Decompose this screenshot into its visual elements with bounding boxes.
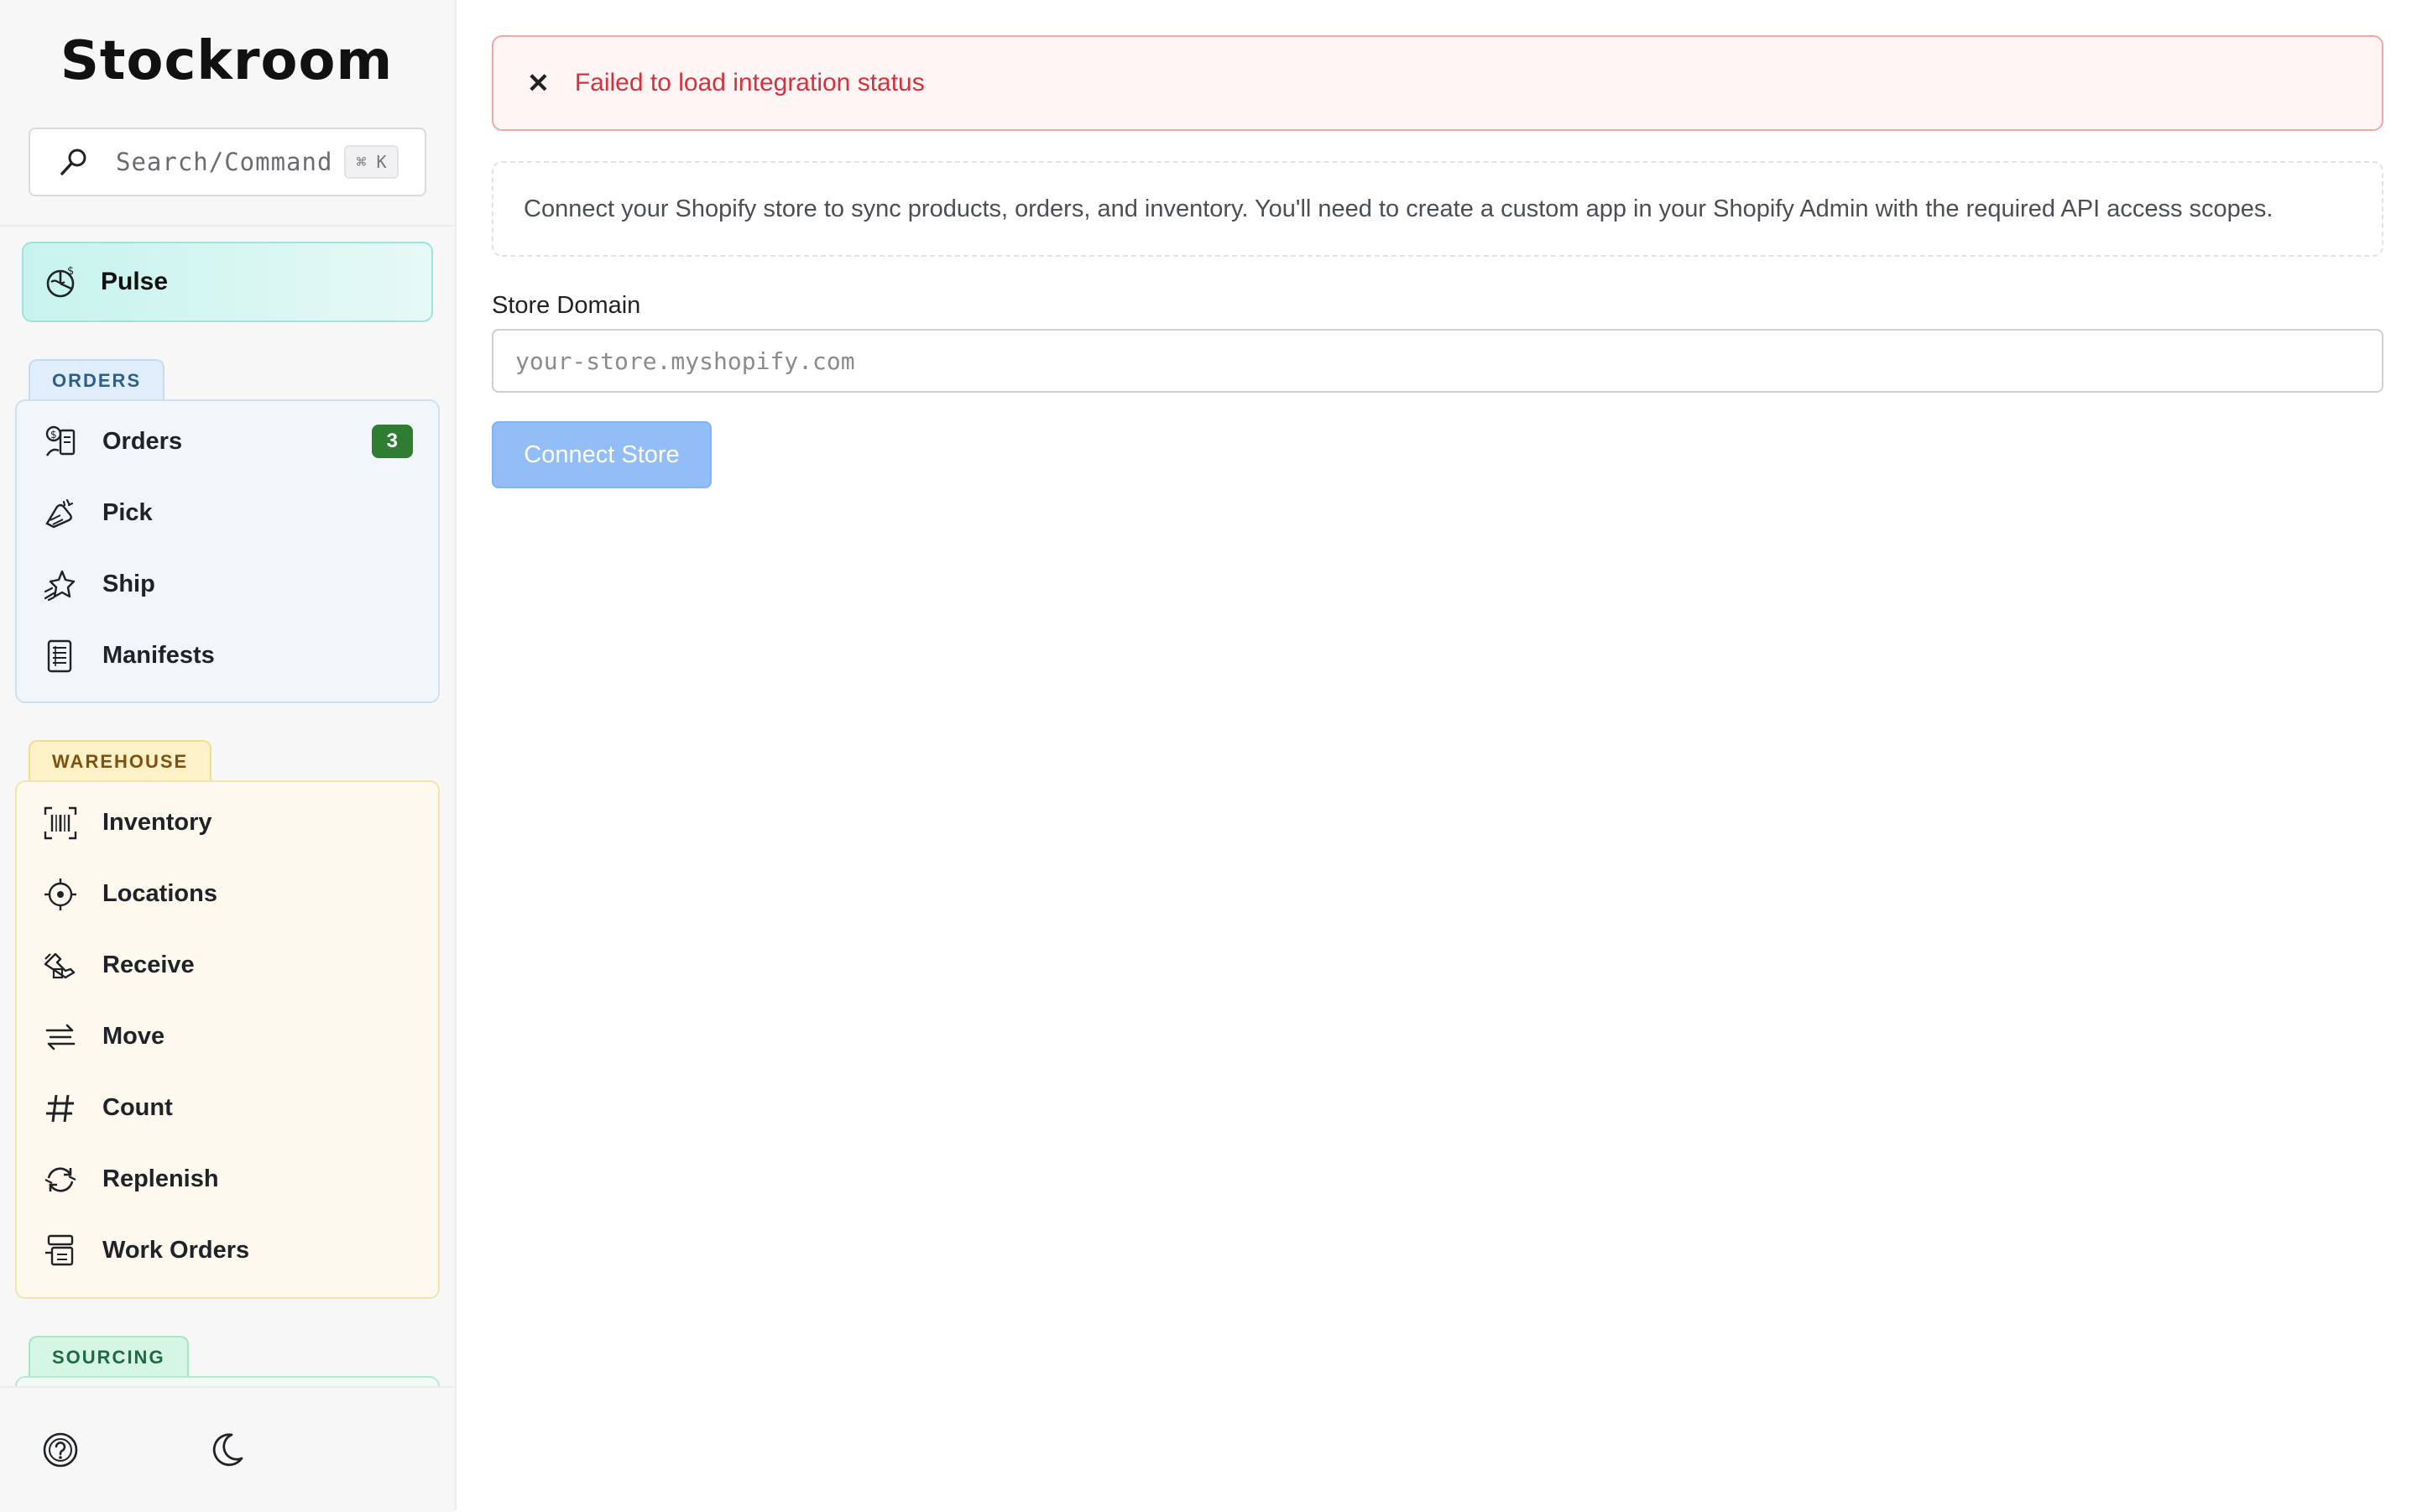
nav-label-pulse: Pulse bbox=[101, 268, 169, 295]
nav-label-move: Move bbox=[102, 1023, 165, 1050]
search-placeholder: Search/Command bbox=[116, 148, 333, 176]
nav-item-pick[interactable]: Pick bbox=[17, 477, 438, 549]
nav-item-manifests[interactable]: Manifests bbox=[17, 620, 438, 691]
nav-label-ship: Ship bbox=[102, 571, 155, 597]
nav-label-locations: Locations bbox=[102, 880, 217, 907]
store-domain-label: Store Domain bbox=[492, 292, 641, 319]
search-command-box[interactable]: Search/Command ⌘ K bbox=[29, 128, 426, 196]
nav-group-warehouse: Inventory Locations Receive Move Count R… bbox=[15, 780, 440, 1299]
app-logo: Stockroom bbox=[60, 30, 394, 92]
section-tag-sourcing: SOURCING bbox=[29, 1336, 189, 1378]
nav-scroll-area[interactable]: $ Pulse ORDERS $ Orders 3 Pick Ship Mani… bbox=[0, 227, 455, 1386]
nav-label-orders: Orders bbox=[102, 428, 183, 455]
nav-group-sourcing bbox=[15, 1376, 440, 1386]
integration-info-text: Connect your Shopify store to sync produ… bbox=[524, 195, 2273, 222]
moon-icon[interactable] bbox=[206, 1430, 247, 1470]
nav-group-orders: $ Orders 3 Pick Ship Manifests bbox=[15, 399, 440, 703]
sidebar-footer bbox=[0, 1386, 455, 1512]
sidebar: Stockroom Search/Command ⌘ K $ Pulse ORD… bbox=[0, 0, 457, 1512]
nav-label-receive: Receive bbox=[102, 952, 195, 978]
replenish-icon bbox=[42, 1161, 79, 1198]
nav-item-locations[interactable]: Locations bbox=[17, 858, 438, 930]
connect-store-button[interactable]: Connect Store bbox=[492, 421, 712, 488]
nav-label-count: Count bbox=[102, 1094, 173, 1121]
hash-icon bbox=[42, 1090, 79, 1127]
error-message: Failed to load integration status bbox=[574, 69, 925, 96]
orders-count-badge: 3 bbox=[371, 425, 413, 458]
integration-info-box: Connect your Shopify store to sync produ… bbox=[492, 161, 2383, 257]
svg-text:$: $ bbox=[67, 265, 74, 278]
nav-item-inventory[interactable]: Inventory bbox=[17, 787, 438, 858]
pick-icon bbox=[42, 495, 79, 532]
error-alert: ✕ Failed to load integration status bbox=[492, 35, 2383, 131]
nav-item-count[interactable]: Count bbox=[17, 1072, 438, 1144]
close-icon[interactable]: ✕ bbox=[527, 67, 550, 99]
search-icon bbox=[57, 145, 91, 179]
nav-label-inventory: Inventory bbox=[102, 809, 212, 836]
nav-item-replenish[interactable]: Replenish bbox=[17, 1144, 438, 1215]
nav-label-replenish: Replenish bbox=[102, 1165, 219, 1192]
work-orders-icon bbox=[42, 1233, 79, 1270]
pulse-chart-icon: $ bbox=[44, 263, 81, 300]
nav-item-receive[interactable]: Receive bbox=[17, 930, 438, 1001]
nav-label-work-orders: Work Orders bbox=[102, 1237, 250, 1264]
nav-item-ship[interactable]: Ship bbox=[17, 549, 438, 620]
svg-text:$: $ bbox=[50, 429, 57, 441]
store-domain-input[interactable] bbox=[492, 329, 2383, 393]
location-target-icon bbox=[42, 876, 79, 913]
section-tag-warehouse: WAREHOUSE bbox=[29, 740, 212, 782]
main-content: ✕ Failed to load integration status Conn… bbox=[457, 0, 2417, 1510]
receive-icon bbox=[42, 947, 79, 984]
shortcut-hint: ⌘ K bbox=[344, 145, 399, 179]
ship-icon bbox=[42, 566, 79, 603]
nav-label-manifests: Manifests bbox=[102, 642, 215, 669]
nav-item-move[interactable]: Move bbox=[17, 1001, 438, 1072]
nav-item-work-orders[interactable]: Work Orders bbox=[17, 1215, 438, 1286]
nav-label-pick: Pick bbox=[102, 499, 153, 526]
barcode-icon bbox=[42, 805, 79, 842]
move-arrows-icon bbox=[42, 1019, 79, 1056]
nav-item-pulse[interactable]: $ Pulse bbox=[22, 242, 433, 322]
help-icon[interactable] bbox=[40, 1430, 81, 1470]
manifest-icon bbox=[42, 638, 79, 675]
section-tag-orders: ORDERS bbox=[29, 359, 165, 401]
orders-icon: $ bbox=[42, 424, 79, 461]
app-root: Stockroom Search/Command ⌘ K $ Pulse ORD… bbox=[0, 0, 2417, 1512]
nav-item-orders[interactable]: $ Orders 3 bbox=[17, 406, 438, 477]
